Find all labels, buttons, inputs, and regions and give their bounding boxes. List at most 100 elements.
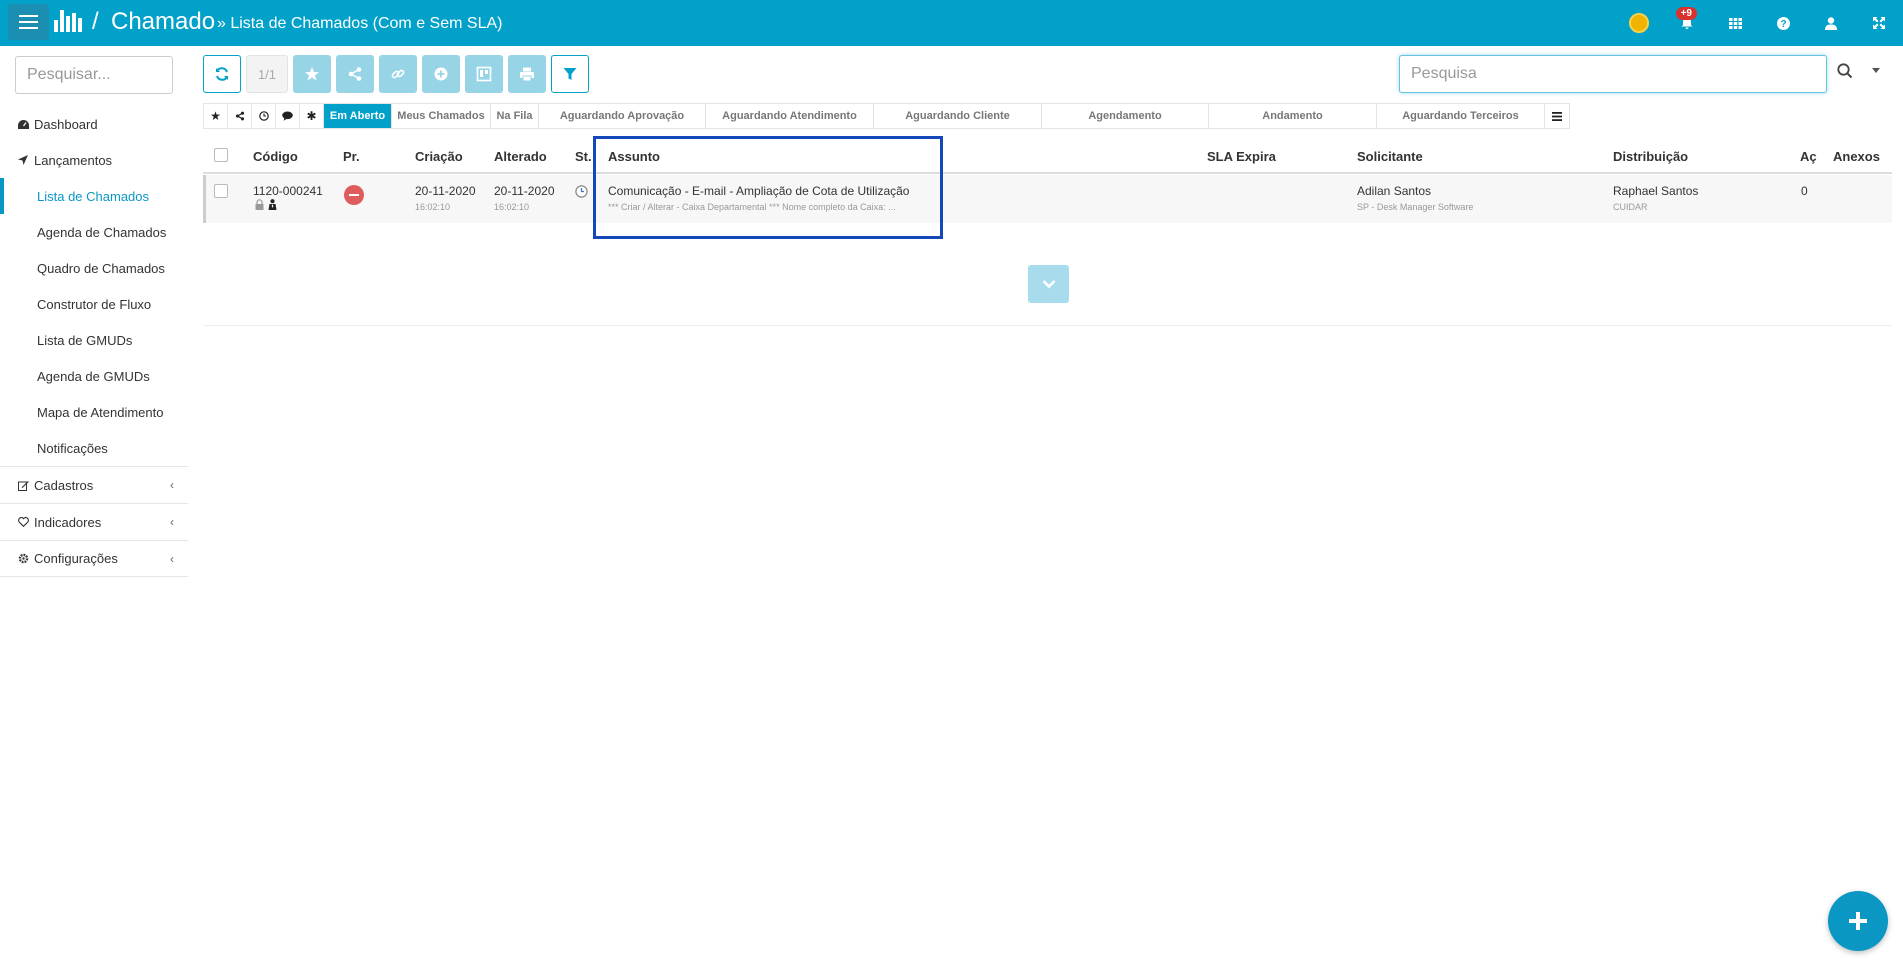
search-icon[interactable]: [1836, 62, 1858, 84]
sidebar-item-dashboard[interactable]: Dashboard: [0, 106, 188, 142]
lock-icon: [255, 199, 264, 210]
sidebar-item-indicadores[interactable]: Indicadores ‹: [0, 503, 188, 540]
table-row[interactable]: 1120-000241 20-11-2020 16:02:10 20-11-20…: [203, 175, 1892, 223]
tab-aguardando-aprovacao[interactable]: Aguardando Aprovação: [539, 104, 706, 128]
star-icon: [305, 67, 319, 81]
add-button[interactable]: [422, 55, 460, 93]
column-header-distribuicao[interactable]: Distribuição: [1613, 149, 1688, 164]
bars-icon: [1552, 111, 1562, 121]
new-ticket-button[interactable]: [1828, 891, 1888, 951]
load-more-button[interactable]: [1028, 265, 1069, 303]
menu-toggle-button[interactable]: [8, 4, 49, 40]
help-button[interactable]: ?: [1759, 0, 1807, 46]
chevron-left-icon: ‹: [170, 515, 174, 529]
chevron-down-icon[interactable]: [1872, 68, 1880, 73]
gear-icon: [16, 553, 30, 564]
requester-name[interactable]: Adilan Santos: [1357, 184, 1431, 198]
app-logo-icon[interactable]: [54, 10, 82, 32]
filter-favorites-tab[interactable]: ★: [204, 104, 228, 128]
fullscreen-button[interactable]: [1855, 0, 1903, 46]
coin-icon[interactable]: [1615, 0, 1663, 46]
sidebar-item-construtor-de-fluxo[interactable]: Construtor de Fluxo: [0, 286, 188, 322]
sidebar-item-label: Cadastros: [34, 477, 94, 493]
chevron-down-icon: [1042, 280, 1055, 289]
column-header-status[interactable]: St.: [575, 149, 592, 164]
notifications-button[interactable]: +9: [1663, 0, 1711, 46]
column-header-criacao[interactable]: Criação: [415, 149, 463, 164]
filter-clock-tab[interactable]: [252, 104, 276, 128]
filter-comments-tab[interactable]: [276, 104, 300, 128]
star-icon: ★: [210, 109, 221, 123]
board-button[interactable]: [465, 55, 503, 93]
tab-em-aberto[interactable]: Em Aberto: [324, 104, 392, 128]
column-header-alterado[interactable]: Alterado: [494, 149, 547, 164]
column-header-prioridade[interactable]: Pr.: [343, 149, 360, 164]
assignee-name[interactable]: Raphael Santos: [1613, 184, 1698, 198]
column-header-acoes[interactable]: Aç: [1800, 149, 1817, 164]
comment-icon: [282, 111, 293, 121]
sidebar-item-quadro-de-chamados[interactable]: Quadro de Chamados: [0, 250, 188, 286]
tab-aguardando-cliente[interactable]: Aguardando Cliente: [874, 104, 1042, 128]
refresh-icon: [216, 67, 228, 81]
refresh-button[interactable]: [203, 55, 241, 93]
sidebar-item-lancamentos[interactable]: Lançamentos: [0, 142, 188, 178]
ticket-flags: [255, 199, 277, 210]
notification-badge: +9: [1675, 7, 1697, 20]
sidebar-item-cadastros[interactable]: Cadastros ‹: [0, 466, 188, 503]
tab-agendamento[interactable]: Agendamento: [1042, 104, 1209, 128]
sidebar-search-input[interactable]: [15, 56, 173, 94]
sidebar-item-agenda-de-chamados[interactable]: Agenda de Chamados: [0, 214, 188, 250]
tab-aguardando-atendimento[interactable]: Aguardando Atendimento: [706, 104, 874, 128]
user-tie-icon: [268, 199, 277, 210]
apps-grid-button[interactable]: [1711, 0, 1759, 46]
share-button[interactable]: [336, 55, 374, 93]
filter-shared-tab[interactable]: [228, 104, 252, 128]
hamburger-line: [19, 27, 38, 29]
edit-icon: [16, 480, 30, 491]
sidebar-item-lista-de-chamados[interactable]: Lista de Chamados: [0, 178, 188, 214]
user-icon: [1825, 16, 1837, 30]
created-date: 20-11-2020: [415, 184, 476, 198]
favorite-button[interactable]: [293, 55, 331, 93]
sidebar-item-configuracoes[interactable]: Configurações ‹: [0, 540, 188, 577]
filter-button[interactable]: [551, 55, 589, 93]
column-header-solicitante[interactable]: Solicitante: [1357, 149, 1423, 164]
print-button[interactable]: [508, 55, 546, 93]
plus-circle-icon: [434, 67, 448, 81]
dashboard-icon: [16, 119, 30, 129]
page-indicator: 1/1: [246, 55, 288, 93]
tab-meus-chamados[interactable]: Meus Chamados: [392, 104, 491, 128]
sidebar-item-label: Indicadores: [34, 514, 102, 530]
sidebar-item-notificacoes[interactable]: Notificações: [0, 430, 188, 466]
asterisk-icon: ✱: [306, 109, 317, 123]
grid-icon: [1728, 17, 1742, 29]
column-header-codigo[interactable]: Código: [253, 149, 298, 164]
tab-andamento[interactable]: Andamento: [1209, 104, 1377, 128]
column-header-anexos[interactable]: Anexos: [1833, 149, 1880, 164]
requester-organization: SP - Desk Manager Software: [1357, 202, 1474, 212]
tab-na-fila[interactable]: Na Fila: [491, 104, 539, 128]
link-button[interactable]: [379, 55, 417, 93]
filter-all-tab[interactable]: ✱: [300, 104, 324, 128]
select-all-checkbox[interactable]: [214, 148, 228, 162]
title-separator: /: [92, 8, 99, 35]
updated-date: 20-11-2020: [494, 184, 555, 198]
sidebar-item-agenda-de-gmuds[interactable]: Agenda de GMUDs: [0, 358, 188, 394]
tab-aguardando-terceiros[interactable]: Aguardando Terceiros: [1377, 104, 1545, 128]
row-checkbox[interactable]: [214, 184, 228, 198]
hamburger-line: [19, 21, 38, 23]
column-header-sla-expira[interactable]: SLA Expira: [1207, 149, 1276, 164]
created-time: 16:02:10: [415, 202, 451, 212]
plus-icon: [1849, 912, 1867, 930]
search-input[interactable]: [1399, 55, 1827, 93]
tabs-menu-button[interactable]: [1545, 104, 1569, 128]
sidebar-item-label: Configurações: [34, 551, 118, 566]
sidebar-item-label: Lançamentos: [34, 152, 113, 168]
sidebar-item-lista-de-gmuds[interactable]: Lista de GMUDs: [0, 322, 188, 358]
actions-count: 0: [1801, 184, 1808, 198]
app-title[interactable]: Chamado: [111, 8, 215, 36]
user-button[interactable]: [1807, 0, 1855, 46]
updated-time: 16:02:10: [494, 202, 530, 212]
sidebar-item-mapa-de-atendimento[interactable]: Mapa de Atendimento: [0, 394, 188, 430]
ticket-code[interactable]: 1120-000241: [253, 184, 323, 198]
